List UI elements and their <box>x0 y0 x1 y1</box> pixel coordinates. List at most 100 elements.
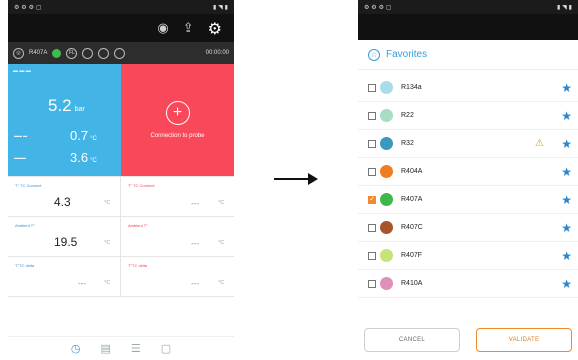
probe-icon[interactable]: ◎ <box>13 47 24 59</box>
pressure-tile[interactable]: ▬ ▬ ▬ 5.2 bar ▬▬ ▬ 0.7 °C ▬▬▬ 3.6 °C <box>8 64 121 176</box>
star-icon[interactable]: ★ <box>561 277 572 291</box>
measurement-cell[interactable]: T°TC delta --- °C <box>121 257 234 297</box>
refrigerant-row[interactable]: R404A ★ <box>358 158 578 186</box>
dialog-footer: CANCEL VALIDATE <box>358 320 578 360</box>
refrigerant-row[interactable]: R22 ★ <box>358 102 578 130</box>
star-icon[interactable]: ★ <box>561 137 572 151</box>
star-icon[interactable]: ★ <box>561 193 572 207</box>
sub-number-2: 3.6 <box>70 150 89 165</box>
favorites-title: Favorites <box>386 49 428 60</box>
measurement-cell[interactable]: T° TC Connect 4.3 °C <box>8 177 121 217</box>
probe-fl-label: FL <box>68 50 75 56</box>
checkbox[interactable] <box>368 167 376 176</box>
status-icons-right: ▮ ◥ ▮ <box>212 3 228 11</box>
connection-label: Connection to probe <box>150 133 205 139</box>
sub-value-1: 0.7 °C <box>70 128 97 143</box>
cell-label: T° TC Connect <box>15 183 42 188</box>
plus-icon[interactable]: + <box>165 101 190 125</box>
cell-unit: °C <box>104 240 110 246</box>
star-icon[interactable]: ★ <box>561 221 572 235</box>
cell-value: 19.5 <box>54 235 78 249</box>
star-icon[interactable]: ★ <box>561 109 572 123</box>
refrigerant-list: R134a ★ R22 ★ R32 ⚠ ★ R404A ★ ✓ R407A ★ R407C ★ R407F ★… <box>358 74 578 298</box>
checkbox[interactable]: ✓ <box>368 195 376 204</box>
refrigerant-color-dot <box>380 81 393 94</box>
refrigerant-name: R134a <box>401 84 422 91</box>
cell-unit: °C <box>218 200 224 206</box>
measurement-cell[interactable]: T°TC delta --- °C <box>8 257 121 297</box>
cancel-button[interactable]: CANCEL <box>364 328 460 352</box>
refrigerant-row[interactable]: ✓ R407A ★ <box>358 186 578 214</box>
favorites-header: ☆ Favorites <box>358 40 578 70</box>
star-icon[interactable]: ★ <box>561 165 572 179</box>
camera-icon[interactable]: ◉ <box>157 21 168 36</box>
refrigerant-row[interactable]: R410A ★ <box>358 270 578 298</box>
pressure-unit: bar <box>74 106 85 113</box>
checkbox[interactable] <box>368 139 376 148</box>
measurement-tiles: ▬ ▬ ▬ 5.2 bar ▬▬ ▬ 0.7 °C ▬▬▬ 3.6 °C + Conn… <box>8 64 234 176</box>
cell-value: --- <box>191 199 199 208</box>
cell-label: T°TC delta <box>128 263 148 268</box>
probe-slot-icon-2[interactable] <box>98 47 110 59</box>
refrigerant-name: R407A <box>401 196 423 203</box>
top-bar <box>358 14 578 40</box>
gauge-icon[interactable]: ◷ <box>71 342 81 355</box>
pressure-value: 5.2 bar <box>48 96 85 116</box>
checkbox[interactable] <box>368 111 376 120</box>
folder-icon[interactable]: ▢ <box>161 342 171 355</box>
refrigerant-name: R22 <box>401 112 414 119</box>
measurement-cell[interactable]: Ambient T° 19.5 °C <box>8 217 121 257</box>
cell-value: --- <box>191 239 199 248</box>
right-screen: ⚙ ⚙ ⚙ ▢ ▮ ◥ ▮ ☆ Favorites R134a ★ R22 ★ R32 ⚠… <box>358 0 578 360</box>
cell-label: T° TC Connect <box>128 183 155 188</box>
star-icon[interactable]: ★ <box>561 81 572 95</box>
sub-label-1: ▬▬ ▬ <box>14 133 28 138</box>
probe-slot-icon[interactable] <box>82 47 94 59</box>
connection-tile[interactable]: + Connection to probe <box>121 64 234 176</box>
measurement-cell[interactable]: Ambient T° --- °C <box>121 217 234 257</box>
sub-value-2: 3.6 °C <box>70 150 97 165</box>
checkbox[interactable] <box>368 251 376 260</box>
cell-unit: °C <box>218 280 224 286</box>
refrigerant-color-dot <box>380 137 393 150</box>
warning-icon: ⚠ <box>535 138 544 149</box>
gear-icon[interactable]: ⚙ <box>208 19 222 38</box>
star-circle-icon: ☆ <box>368 48 380 61</box>
refrigerant-color-dot <box>380 193 393 206</box>
refrigerant-row[interactable]: R134a ★ <box>358 74 578 102</box>
refrigerant-color-dot <box>380 249 393 262</box>
checkbox[interactable] <box>368 223 376 232</box>
tile-header-icons: ▬ ▬ ▬ <box>13 68 31 74</box>
pressure-number: 5.2 <box>48 96 72 115</box>
checkbox[interactable] <box>368 83 376 92</box>
cell-unit: °C <box>104 200 110 206</box>
refrigerant-color-dot <box>380 221 393 234</box>
refrigerant-name: R404A <box>401 168 423 175</box>
share-icon[interactable]: ⇪ <box>183 21 194 36</box>
probe-fl-icon[interactable]: FL <box>66 47 78 59</box>
refrigerant-label[interactable]: R407A <box>29 50 47 56</box>
checkbox[interactable] <box>368 279 376 288</box>
cell-label: T°TC delta <box>15 263 35 268</box>
measurement-cell[interactable]: T° TC Connect --- °C <box>121 177 234 217</box>
status-icons-left: ⚙ ⚙ ⚙ ▢ <box>14 3 42 11</box>
status-icons-right: ▮ ◥ ▮ <box>556 3 572 11</box>
probe-slot-icon-3[interactable] <box>114 47 126 59</box>
toolbar: ◉ ⇪ ⚙ <box>8 14 234 42</box>
sub-unit-2: °C <box>90 158 97 164</box>
timer: 00:00:00 <box>205 50 229 56</box>
refrigerant-row[interactable]: R407F ★ <box>358 242 578 270</box>
refrigerant-color-dot <box>380 277 393 290</box>
refrigerant-name: R32 <box>401 140 414 147</box>
star-icon[interactable]: ★ <box>561 249 572 263</box>
refrigerant-color-dot <box>380 165 393 178</box>
sub-unit-1: °C <box>90 136 97 142</box>
refrigerant-row[interactable]: R407C ★ <box>358 214 578 242</box>
report-icon[interactable]: ☰ <box>131 342 141 355</box>
cell-label: Ambient T° <box>128 223 148 228</box>
refrigerant-row[interactable]: R32 ⚠ ★ <box>358 130 578 158</box>
right-arrow-icon <box>274 173 318 185</box>
validate-button[interactable]: VALIDATE <box>476 328 572 352</box>
scale-icon[interactable]: ▤ <box>100 342 110 355</box>
refrigerant-color-dot <box>380 109 393 122</box>
